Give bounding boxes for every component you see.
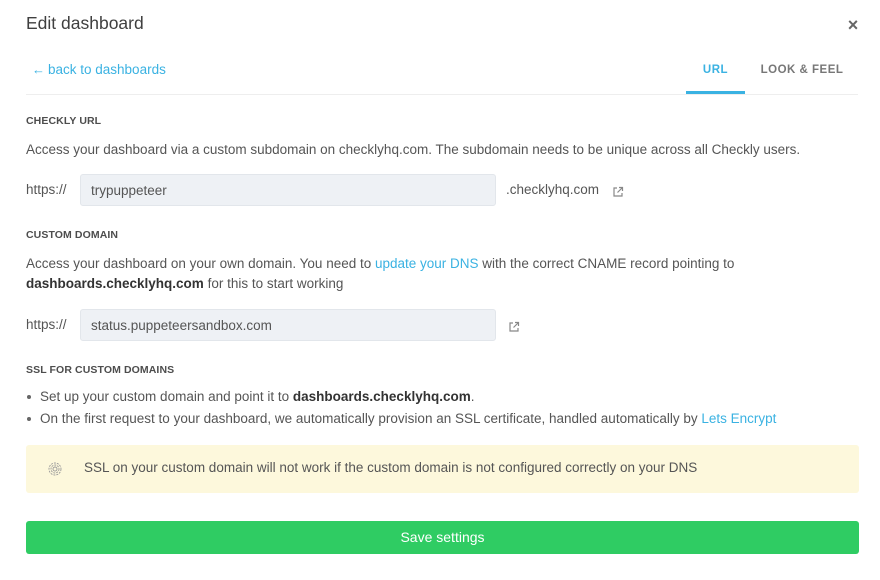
ssl-bullet-text: Set up your custom domain and point it t… bbox=[40, 389, 293, 404]
tab-bar: URL LOOK & FEEL bbox=[686, 56, 859, 94]
back-to-dashboards-link[interactable]: ← back to dashboards bbox=[32, 62, 166, 77]
list-item: Set up your custom domain and point it t… bbox=[26, 386, 866, 408]
fingerprint-icon bbox=[48, 462, 62, 476]
list-item: On the first request to your dashboard, … bbox=[26, 408, 866, 430]
custom-domain-desc-text-2: with the correct CNAME record pointing t… bbox=[478, 256, 735, 271]
cname-target: dashboards.checklyhq.com bbox=[26, 276, 204, 291]
custom-domain-description: Access your dashboard on your own domain… bbox=[26, 254, 866, 294]
checkly-url-heading: CHECKLY URL bbox=[26, 115, 102, 127]
custom-domain-desc-text: Access your dashboard on your own domain… bbox=[26, 256, 375, 271]
subdomain-suffix: .checklyhq.com bbox=[506, 182, 600, 197]
arrow-left-icon: ← bbox=[32, 62, 45, 77]
ssl-bullet-end: . bbox=[470, 389, 475, 404]
custom-domain-desc-text-3: for this to start working bbox=[203, 276, 344, 291]
back-link-label: back to dashboards bbox=[48, 62, 166, 77]
ssl-warning-banner: SSL on your custom domain will not work … bbox=[26, 445, 859, 493]
tab-look-and-feel[interactable]: LOOK & FEEL bbox=[745, 56, 859, 94]
custom-domain-heading: CUSTOM DOMAIN bbox=[26, 229, 119, 241]
close-icon[interactable]: × bbox=[844, 14, 862, 36]
external-link-icon[interactable] bbox=[612, 186, 624, 198]
edit-dashboard-modal: Edit dashboard × ← back to dashboards URL… bbox=[0, 0, 880, 580]
save-settings-button[interactable]: Save settings bbox=[26, 521, 859, 554]
external-link-icon[interactable] bbox=[508, 321, 520, 333]
checkly-url-description: Access your dashboard via a custom subdo… bbox=[26, 142, 801, 157]
ssl-bullet-text: On the first request to your dashboard, … bbox=[40, 411, 702, 426]
lets-encrypt-link[interactable]: Lets Encrypt bbox=[701, 411, 776, 426]
subdomain-prefix: https:// bbox=[26, 182, 67, 197]
header-divider bbox=[26, 94, 858, 95]
custom-domain-input[interactable] bbox=[80, 309, 496, 341]
ssl-instructions-list: Set up your custom domain and point it t… bbox=[26, 386, 866, 430]
ssl-bullet-target: dashboards.checklyhq.com bbox=[292, 389, 471, 404]
warning-text: SSL on your custom domain will not work … bbox=[84, 460, 698, 475]
modal-title: Edit dashboard bbox=[26, 13, 144, 33]
custom-domain-prefix: https:// bbox=[26, 317, 67, 332]
update-dns-link[interactable]: update your DNS bbox=[375, 256, 479, 271]
subdomain-input[interactable] bbox=[80, 174, 496, 206]
ssl-heading: SSL FOR CUSTOM DOMAINS bbox=[26, 364, 175, 376]
tab-url[interactable]: URL bbox=[686, 56, 745, 94]
